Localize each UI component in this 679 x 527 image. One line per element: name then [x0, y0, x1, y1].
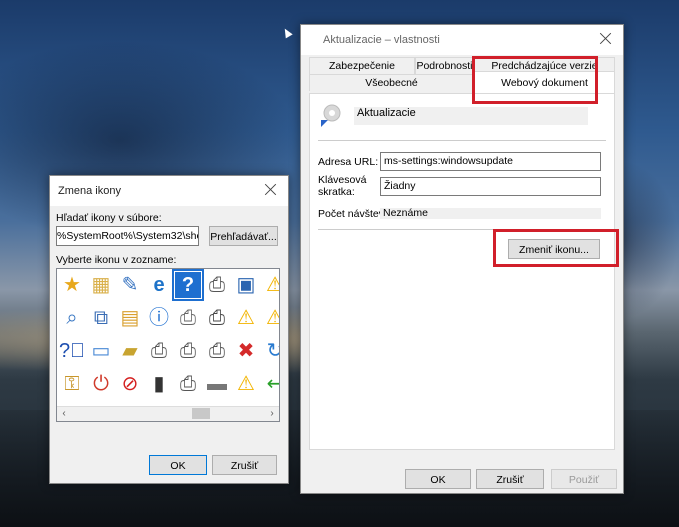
- icon-row: ⚿ ⏻ ⊘ ▮ ⎙ ▬ ⚠ ↩: [57, 368, 279, 400]
- horizontal-scrollbar[interactable]: ‹ ›: [57, 406, 279, 421]
- network-printer-icon[interactable]: ⎙: [204, 272, 230, 298]
- gear-shortcut-icon: [318, 101, 346, 129]
- warning-icon[interactable]: ⚠: [262, 305, 279, 331]
- document-delete-icon[interactable]: ✖: [233, 338, 259, 364]
- apply-button[interactable]: Použiť: [551, 469, 617, 489]
- close-icon[interactable]: [262, 181, 280, 199]
- shortcut-name: Aktualizacie: [354, 107, 588, 125]
- printer-share-icon[interactable]: ⎙: [204, 338, 230, 364]
- refresh-icon[interactable]: ↻: [262, 338, 279, 364]
- change-icon-title: Zmena ikony: [58, 185, 121, 197]
- book-icon[interactable]: ▰: [117, 338, 143, 364]
- calendar-folder-icon[interactable]: ▦: [88, 272, 114, 298]
- icon-row: ?⃝ ▭ ▰ ⎙ ⎙ ⎙ ✖ ↻: [57, 335, 279, 367]
- printer-icon[interactable]: ⎙: [175, 305, 201, 331]
- tab-podrobnosti[interactable]: Podrobnosti: [415, 57, 474, 74]
- help-circle-icon[interactable]: ?⃝: [59, 338, 85, 364]
- search-file-label: Hľadať ikony v súbore:: [56, 212, 162, 224]
- url-label: Adresa URL:: [318, 156, 379, 168]
- blocked-icon[interactable]: ⊘: [117, 371, 143, 397]
- change-icon-dialog: Zmena ikony Hľadať ikony v súbore: %Syst…: [49, 175, 289, 484]
- visits-label: Počet návštev:: [318, 208, 387, 220]
- ok-button[interactable]: OK: [405, 469, 471, 489]
- browse-button[interactable]: Prehľadávať...: [209, 226, 278, 246]
- icon-file-path-input[interactable]: %SystemRoot%\System32\shell32.dll: [56, 226, 199, 246]
- mouse-cursor: [281, 26, 293, 39]
- highlight-box: [472, 56, 598, 104]
- web-document-panel: Aktualizacie Adresa URL: ms-settings:win…: [309, 93, 615, 450]
- visits-value: Neznáme: [380, 208, 601, 219]
- icon-row: ★ ▦ ✎ e ? ⎙ ▣ ⚠: [57, 269, 279, 301]
- url-field[interactable]: ms-settings:windowsupdate: [380, 152, 601, 171]
- tab-vseobecne[interactable]: Všeobecné: [309, 74, 474, 91]
- warning-icon[interactable]: ⚠: [262, 272, 279, 298]
- magnifier-icon[interactable]: ⌕: [59, 305, 85, 331]
- hotkey-label: Klávesová skratka:: [318, 174, 367, 198]
- scanner-icon[interactable]: ▬: [204, 371, 230, 397]
- internet-explorer-icon[interactable]: e: [146, 272, 172, 298]
- scroll-thumb[interactable]: [192, 408, 210, 419]
- icon-list[interactable]: ★ ▦ ✎ e ? ⎙ ▣ ⚠ ⌕ ⧉ ▤ ⓘ ⎙ ⎙ ⚠ ⚠ ?⃝ ▭ ▰ ⎙…: [56, 268, 280, 422]
- cancel-button[interactable]: Zrušiť: [476, 469, 544, 489]
- help-icon[interactable]: ?: [172, 269, 204, 301]
- power-icon[interactable]: ⏻: [88, 371, 114, 397]
- key-icon[interactable]: ⚿: [59, 371, 85, 397]
- document-pen-icon[interactable]: ✎: [117, 272, 143, 298]
- network-computers-icon[interactable]: ⧉: [88, 305, 114, 331]
- hotkey-field[interactable]: Žiadny: [380, 177, 601, 196]
- printer-search-icon[interactable]: ⎙: [175, 338, 201, 364]
- close-icon[interactable]: [597, 30, 615, 48]
- warning-icon[interactable]: ⚠: [233, 371, 259, 397]
- icon-list-label: Vyberte ikonu v zozname:: [56, 254, 177, 266]
- printer-edit-icon[interactable]: ⎙: [175, 371, 201, 397]
- warning-icon[interactable]: ⚠: [233, 305, 259, 331]
- green-arrow-icon[interactable]: ↩: [262, 371, 279, 397]
- printer-network-icon[interactable]: ⎙: [204, 305, 230, 331]
- cancel-button[interactable]: Zrušiť: [212, 455, 277, 475]
- scroll-left-icon[interactable]: ‹: [57, 407, 71, 421]
- computer-monitor-icon[interactable]: ▣: [233, 272, 259, 298]
- printer-check-icon[interactable]: ⎙: [146, 338, 172, 364]
- change-icon-titlebar: Zmena ikony: [50, 176, 288, 206]
- archive-icon[interactable]: ▤: [117, 305, 143, 331]
- ok-button[interactable]: OK: [149, 455, 207, 475]
- info-icon[interactable]: ⓘ: [146, 305, 172, 331]
- scroll-right-icon[interactable]: ›: [265, 407, 279, 421]
- tab-zabezpecenie[interactable]: Zabezpečenie: [309, 57, 415, 74]
- highlight-box: [493, 229, 619, 267]
- separator: [318, 140, 606, 141]
- star-icon[interactable]: ★: [59, 272, 85, 298]
- server-check-icon[interactable]: ▮: [146, 371, 172, 397]
- properties-title: Aktualizacie – vlastnosti: [323, 34, 440, 46]
- panel-icon[interactable]: ▭: [88, 338, 114, 364]
- properties-titlebar: Aktualizacie – vlastnosti: [301, 25, 623, 55]
- icon-row: ⌕ ⧉ ▤ ⓘ ⎙ ⎙ ⚠ ⚠: [57, 302, 279, 334]
